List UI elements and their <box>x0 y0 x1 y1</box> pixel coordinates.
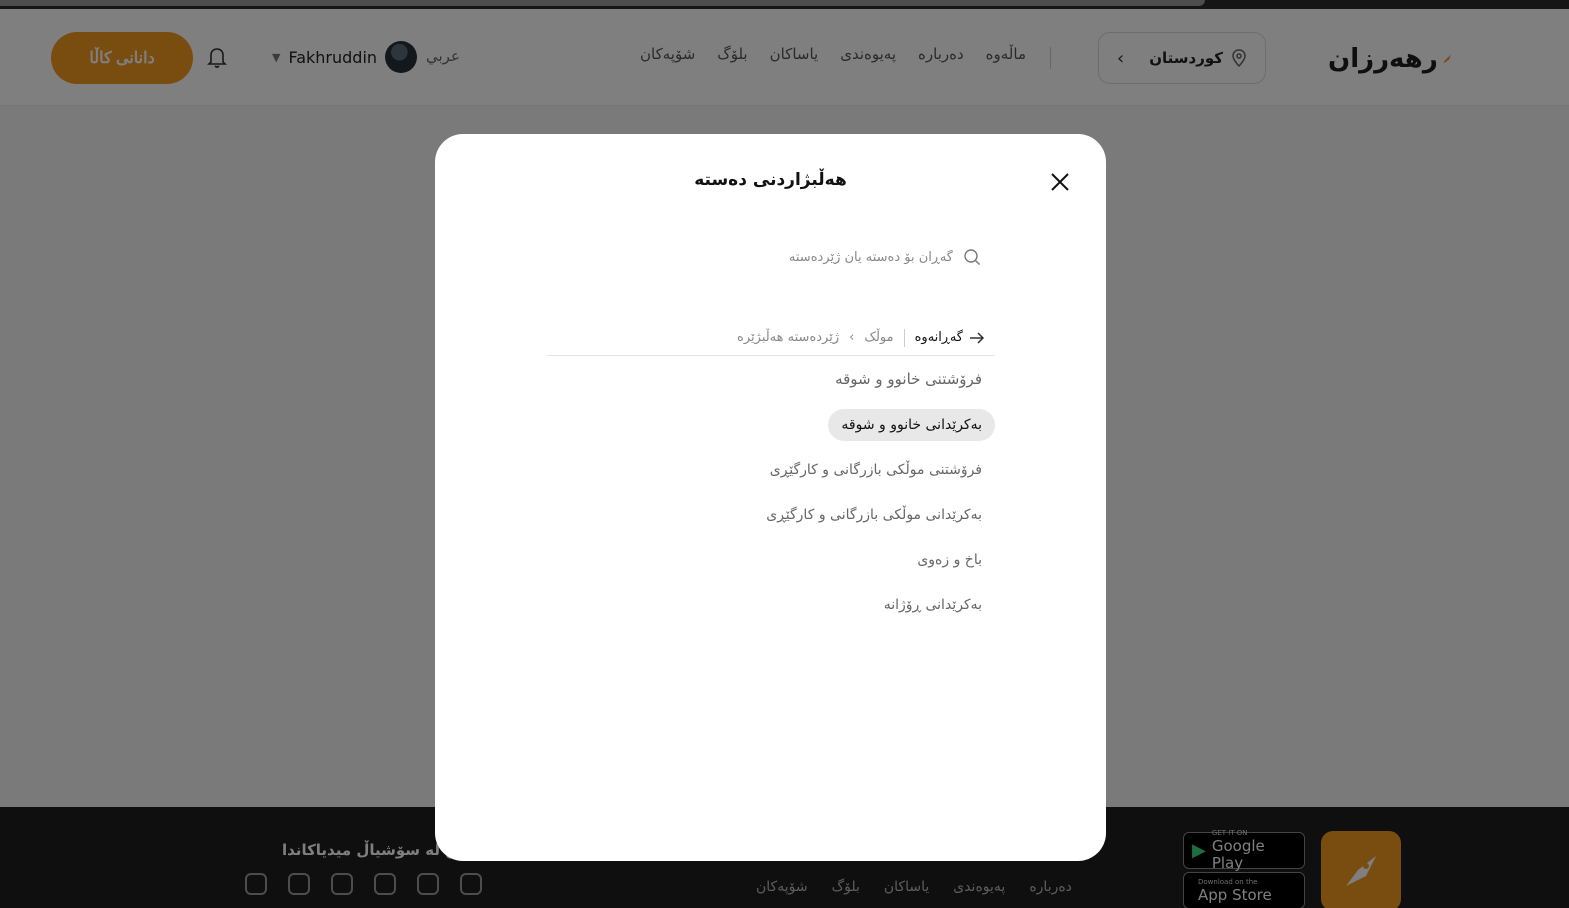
breadcrumb: گەڕانەوە موڵک ‹ ژێردەستە هەڵبژێرە <box>547 320 995 356</box>
list-item[interactable]: بەکرێدانی ڕۆژانە <box>871 589 995 621</box>
category-search <box>547 239 995 275</box>
chevron-left-icon: ‹ <box>849 330 855 345</box>
back-label: گەڕانەوە <box>914 330 963 345</box>
breadcrumb-item[interactable]: موڵک <box>864 330 893 345</box>
search-icon <box>964 249 980 265</box>
arrow-right-icon <box>970 331 985 344</box>
list-item[interactable]: باخ و زەوی <box>904 544 995 576</box>
modal-title: هەڵبژاردنی دەستە <box>694 170 847 190</box>
close-button[interactable] <box>1047 169 1073 195</box>
search-input[interactable] <box>653 249 953 265</box>
list-item[interactable]: فرۆشتنی خانوو و شوقە <box>822 362 995 396</box>
category-modal: هەڵبژاردنی دەستە گەڕانەوە موڵک ‹ ژێردەست… <box>435 134 1106 861</box>
breadcrumb-current: ژێردەستە هەڵبژێرە <box>737 330 840 345</box>
close-icon <box>1051 173 1069 191</box>
subcategory-list: فرۆشتنی خانوو و شوقە بەکرێدانی خانوو و ش… <box>547 362 995 634</box>
back-button[interactable]: گەڕانەوە <box>915 330 985 345</box>
list-item[interactable]: فرۆشتنی موڵکی بازرگانی و کارگێڕی <box>757 454 995 486</box>
list-item[interactable]: بەکرێدانی موڵکی بازرگانی و کارگێڕی <box>753 499 995 531</box>
list-item-selected[interactable]: بەکرێدانی خانوو و شوقە <box>828 409 995 441</box>
breadcrumb-divider <box>903 328 905 347</box>
